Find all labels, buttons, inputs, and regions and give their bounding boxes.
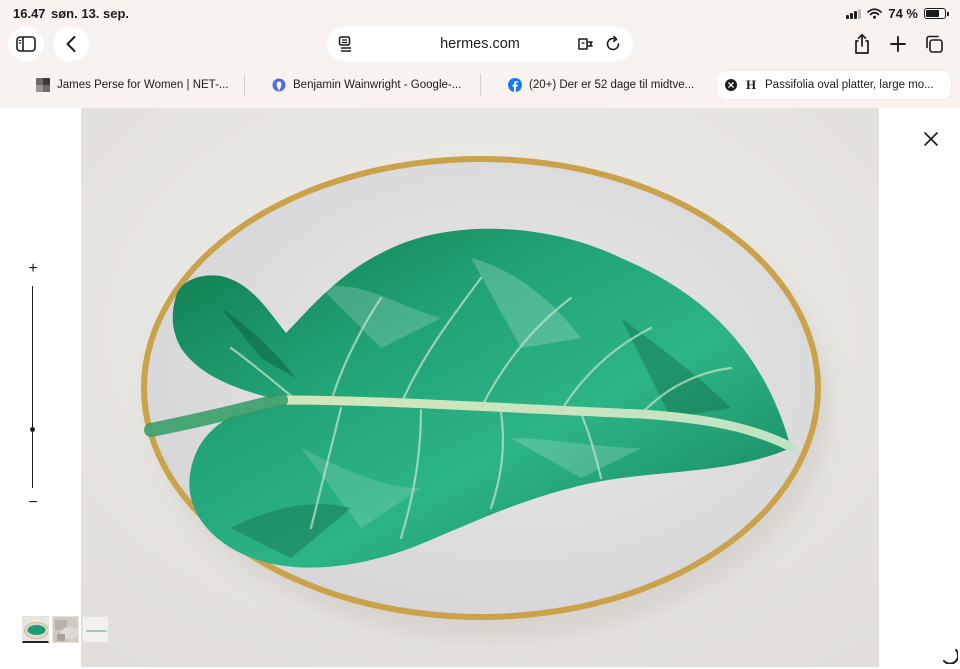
battery-percent: 74 % [888, 6, 918, 21]
thumbnail-side-view[interactable] [82, 616, 109, 643]
reload-icon[interactable] [604, 35, 622, 53]
status-date: søn. 13. sep. [51, 6, 130, 21]
battery-icon [924, 8, 949, 19]
status-right: 74 % [846, 6, 949, 21]
thumbnail-strip [22, 616, 109, 648]
close-icon [725, 79, 737, 91]
hermes-favicon: H [745, 77, 757, 92]
loading-spinner-icon [943, 649, 960, 665]
zoom-in-button[interactable]: + [22, 258, 44, 280]
tab-title: Passifolia oval platter, large mo... [765, 79, 934, 91]
browser-chrome: 16.47 søn. 13. sep. 74 % hermes.com Jame… [0, 0, 960, 108]
new-tab-button[interactable] [882, 28, 914, 60]
sidebar-icon [16, 36, 36, 52]
tabs-icon [926, 35, 943, 53]
loading-spinner [940, 646, 960, 665]
thumbnail-lifestyle[interactable] [52, 616, 79, 643]
facebook-favicon [508, 78, 522, 92]
tab-facebook[interactable]: (20+) Der er 52 dage til midtve... [508, 71, 708, 99]
tab-title: James Perse for Women | NET-... [57, 79, 229, 91]
tab-overview-button[interactable] [918, 28, 950, 60]
cellular-signal-icon [846, 8, 862, 19]
tab-title: (20+) Der er 52 dage til midtve... [529, 79, 695, 91]
tab-title: Benjamin Wainwright - Google-... [293, 79, 462, 91]
product-viewer: + − [0, 108, 960, 667]
thumbnail-leaf-platter[interactable] [22, 616, 49, 643]
zoom-track[interactable] [32, 286, 33, 488]
share-button[interactable] [846, 28, 878, 60]
tab-divider [244, 74, 245, 96]
translate-icon[interactable] [577, 35, 595, 53]
sidebar-toggle-button[interactable] [8, 26, 44, 62]
battery-fill [926, 10, 939, 17]
plus-icon [890, 36, 906, 52]
status-time: 16.47 [13, 6, 46, 21]
zoom-control: + − [22, 258, 44, 514]
close-viewer-button[interactable] [920, 128, 942, 150]
product-image[interactable] [81, 108, 879, 667]
passifolia-platter-illustration [81, 108, 879, 667]
close-icon [924, 132, 938, 146]
status-bar: 16.47 søn. 13. sep. 74 % [0, 0, 960, 26]
share-icon [855, 33, 869, 54]
tab-net-a-porter[interactable]: James Perse for Women | NET-... [36, 71, 236, 99]
wifi-icon [867, 8, 883, 19]
back-button[interactable] [53, 26, 89, 62]
zoom-slider-handle[interactable] [30, 427, 35, 433]
zoom-out-button[interactable]: − [22, 492, 44, 514]
tab-divider [480, 74, 481, 96]
address-bar[interactable]: hermes.com [327, 27, 633, 61]
net-a-porter-favicon [36, 78, 50, 92]
close-tab-button[interactable] [724, 78, 738, 92]
chevron-left-icon [66, 36, 76, 52]
google-maps-favicon [272, 78, 286, 92]
tab-google[interactable]: Benjamin Wainwright - Google-... [272, 71, 472, 99]
tab-hermes[interactable]: H Passifolia oval platter, large mo... [717, 71, 951, 99]
